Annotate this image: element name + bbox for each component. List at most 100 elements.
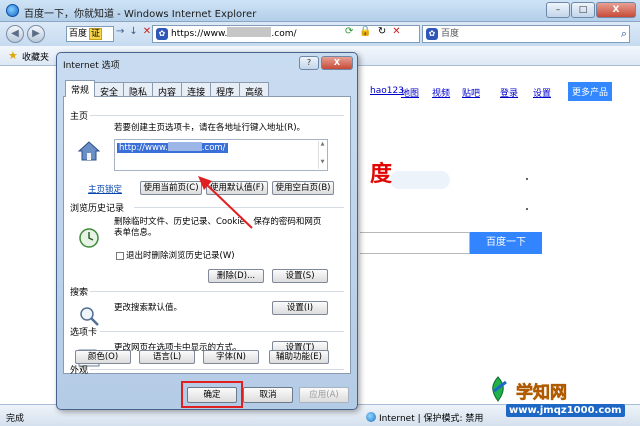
search-placeholder: 百度	[441, 29, 460, 39]
tabs-heading: 选项卡	[70, 328, 98, 338]
baidu-favicon-icon: ✿	[156, 28, 168, 40]
fonts-button[interactable]: 字体(N)	[203, 350, 259, 364]
tab-content[interactable]: 内容	[152, 82, 183, 98]
clock-icon	[79, 228, 99, 248]
address-suffix: .com/	[271, 29, 297, 39]
stop-icon[interactable]: ✕	[392, 26, 400, 37]
dialog-tabs: 常规 安全 隐私 内容 连接 程序 高级	[65, 80, 270, 98]
nav-link-hao123[interactable]: hao123	[370, 86, 404, 96]
tab-programs[interactable]: 程序	[210, 82, 241, 98]
search-input[interactable]: ✿ 百度 ⌕	[422, 25, 630, 43]
history-heading: 浏览历史记录	[70, 204, 125, 214]
compat-icon[interactable]: ⟳	[345, 26, 353, 37]
lock-icon[interactable]: 🔒	[359, 26, 371, 37]
more-products-button[interactable]: 更多产品	[568, 82, 613, 101]
section-divider	[100, 331, 344, 332]
search-description: 更改搜索默认值。	[114, 303, 183, 313]
nav-link-login[interactable]: 登录	[500, 86, 518, 99]
homepage-lock-link[interactable]: 主页锁定	[88, 183, 122, 195]
window-controls: – □ X	[545, 2, 636, 18]
arrow-icon[interactable]: →	[116, 26, 124, 37]
close-button[interactable]: X	[596, 2, 636, 18]
nav-link-video[interactable]: 视频	[432, 86, 450, 99]
title-bar: 百度一下，你就知道 - Windows Internet Explorer – …	[0, 0, 640, 22]
refresh-icon[interactable]: ↻	[378, 26, 386, 37]
nav-link-settings[interactable]: 设置	[533, 86, 551, 99]
favorites-label[interactable]: 收藏夹	[22, 50, 49, 63]
maximize-button[interactable]: □	[571, 2, 595, 18]
minimize-button[interactable]: –	[546, 2, 570, 18]
history-description: 删除临时文件、历史记录、Cookie、保存的密码和网页表单信息。	[114, 217, 322, 238]
appearance-heading: 外观	[70, 366, 89, 376]
address-tools: ⟳ 🔒 ↻ ✕	[345, 26, 407, 37]
ie-logo-icon	[6, 4, 19, 17]
tab-general[interactable]: 常规	[65, 80, 96, 97]
ok-highlight-annotation	[181, 381, 243, 408]
section-divider	[90, 291, 344, 292]
search-icon[interactable]: ⌕	[621, 26, 627, 42]
address-mask	[227, 27, 272, 37]
homepage-url-value: http://www. .com/	[117, 142, 228, 153]
house-icon	[78, 141, 100, 161]
engine-label: 百度	[69, 29, 88, 39]
accessibility-button[interactable]: 辅助功能(E)	[269, 350, 329, 364]
logo-cloud	[390, 171, 450, 189]
zone-label: Internet | 保护模式: 禁用	[379, 414, 484, 424]
nav-link-tieba[interactable]: 贴吧	[462, 86, 480, 99]
homepage-heading: 主页	[70, 112, 89, 122]
internet-options-dialog: Internet 选项 ? X 常规 安全 隐私 内容 连接 程序 高级 主页 …	[56, 52, 358, 410]
window-title: 百度一下，你就知道 - Windows Internet Explorer	[24, 9, 257, 20]
homepage-instruction: 若要创建主页选项卡，请在各地址行键入地址(R)。	[114, 123, 306, 133]
cancel-button[interactable]: 取消	[243, 387, 293, 403]
watermark-logo	[492, 376, 507, 402]
search-engine-selector[interactable]: 百度证	[66, 26, 114, 42]
use-blank-button[interactable]: 使用空白页(B)	[272, 181, 334, 195]
baidu-search-input[interactable]	[360, 232, 470, 254]
watermark-url: www.jmqz1000.com	[506, 404, 625, 417]
delete-on-exit-checkbox[interactable]	[116, 252, 124, 260]
dialog-close-button[interactable]: X	[321, 56, 353, 70]
languages-button[interactable]: 语言(L)	[139, 350, 195, 364]
baidu-logo: 度	[370, 162, 393, 187]
back-button[interactable]: ◀	[6, 25, 24, 43]
delete-on-exit-label: 退出时删除浏览历史记录(W)	[126, 251, 235, 261]
use-current-button[interactable]: 使用当前页(C)	[140, 181, 202, 195]
apply-button[interactable]: 应用(A)	[299, 387, 349, 403]
colors-button[interactable]: 颜色(O)	[75, 350, 131, 364]
section-divider	[90, 369, 344, 370]
homepage-url-field[interactable]: http://www. .com/ ▲ ▼	[114, 139, 328, 171]
use-default-button[interactable]: 使用默认值(F)	[206, 181, 268, 195]
navigation-bar: ◀ ▶ 百度证 → ↓ ✕ ✿ https://www. .com/ ⟳ 🔒 ↻ ✕ ✿ 百…	[0, 22, 640, 46]
star-icon[interactable]: ★	[8, 49, 18, 62]
search-heading: 搜索	[70, 288, 89, 298]
baidu-search-button[interactable]: 百度一下	[470, 232, 542, 254]
help-button[interactable]: ?	[299, 56, 319, 70]
decor-dot	[526, 178, 528, 180]
security-zone: Internet | 保护模式: 禁用	[366, 411, 483, 424]
tab-connections[interactable]: 连接	[181, 82, 212, 98]
section-divider	[90, 115, 344, 116]
forward-button[interactable]: ▶	[27, 25, 45, 43]
tab-privacy[interactable]: 隐私	[123, 82, 154, 98]
tab-security[interactable]: 安全	[94, 82, 125, 98]
section-divider	[134, 207, 344, 208]
address-prefix: https://www.	[171, 29, 228, 39]
globe-icon	[366, 412, 376, 422]
quick-tools: → ↓ ✕	[116, 26, 156, 37]
search-settings-button[interactable]: 设置(I)	[272, 301, 328, 315]
stop-icon[interactable]: ✕	[143, 26, 151, 37]
nav-link-map[interactable]: 地图	[401, 86, 419, 99]
engine-tag: 证	[89, 28, 103, 40]
decor-dot	[526, 208, 528, 210]
status-text: 完成	[6, 414, 25, 424]
dialog-title: Internet 选项	[63, 61, 120, 71]
general-tab-panel: 主页 若要创建主页选项卡，请在各地址行键入地址(R)。 http://www..…	[63, 96, 351, 376]
history-settings-button[interactable]: 设置(S)	[272, 269, 328, 283]
delete-history-button[interactable]: 删除(D)...	[208, 269, 264, 283]
tab-advanced[interactable]: 高级	[239, 82, 270, 98]
baidu-search-icon: ✿	[426, 28, 438, 40]
watermark-title: 学知网	[516, 383, 568, 404]
bar-icon[interactable]: ↓	[129, 26, 137, 37]
magnifier-icon	[80, 307, 99, 326]
url-scrollbar[interactable]: ▲ ▼	[318, 141, 326, 169]
